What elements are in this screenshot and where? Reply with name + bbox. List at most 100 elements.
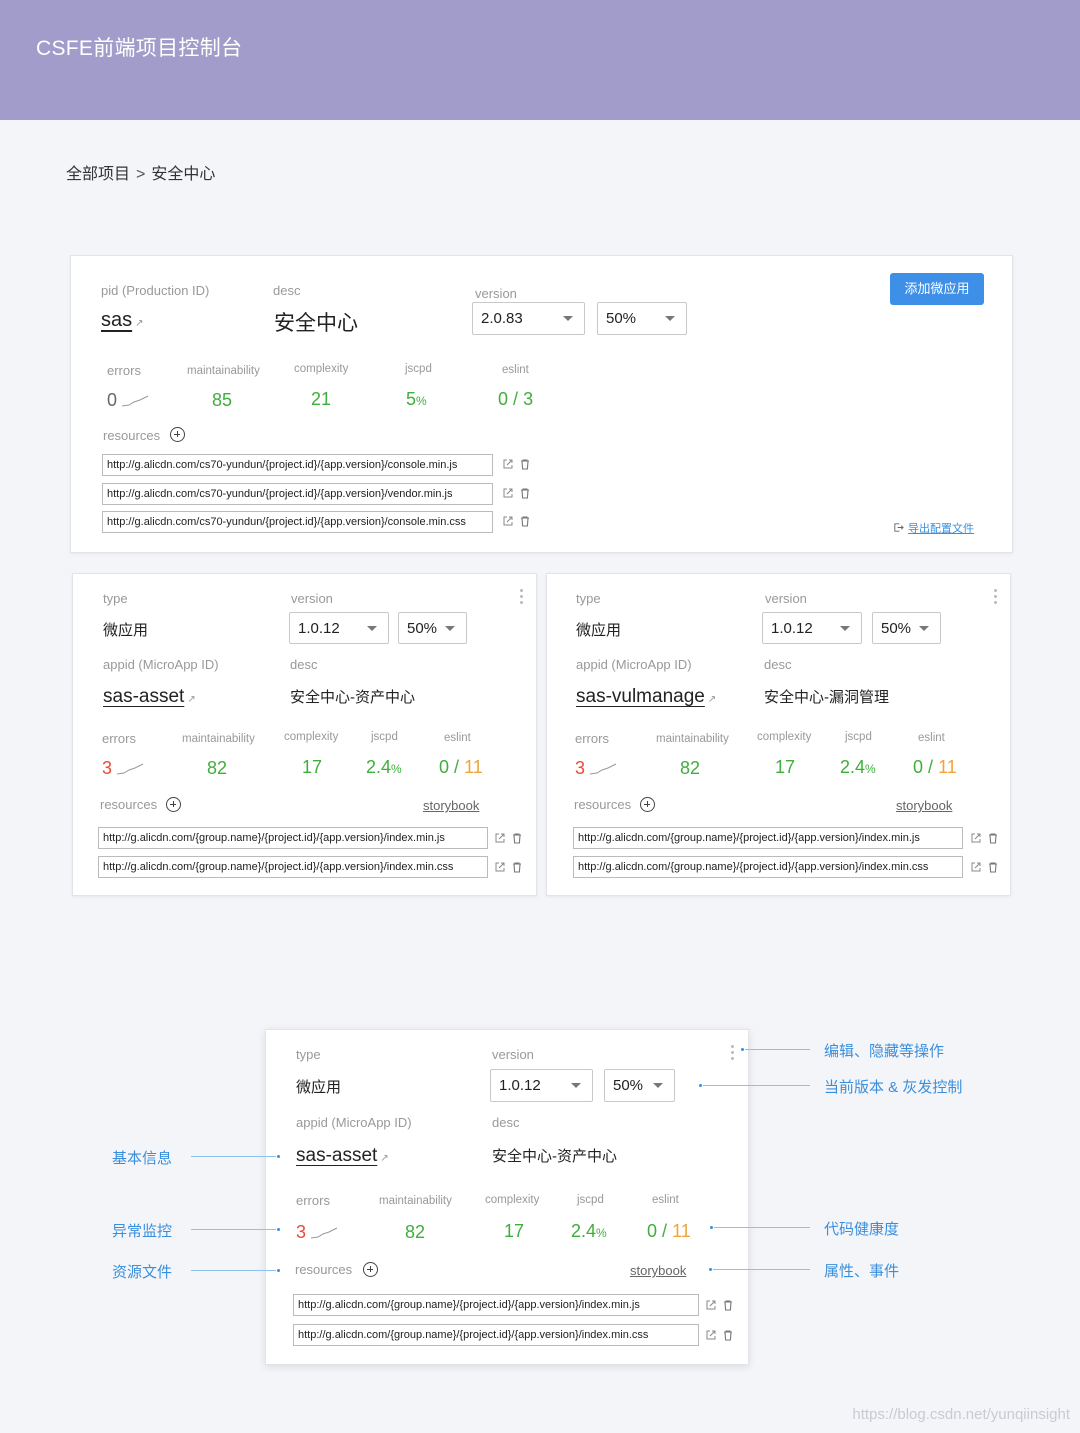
jscpd-unit: % (416, 394, 427, 408)
resource-url-input[interactable]: http://g.alicdn.com/cs70-yundun/{project… (102, 511, 493, 533)
version-select[interactable]: 1.0.12 (490, 1069, 593, 1102)
add-resource-icon[interactable] (363, 1262, 378, 1277)
add-resource-icon[interactable] (640, 797, 655, 812)
open-link-icon[interactable] (502, 487, 514, 499)
project-card: pid (Production ID) sas ↗ desc 安全中心 versi… (70, 255, 1013, 553)
external-link-icon[interactable]: ↗ (135, 318, 143, 329)
version-select-value: 1.0.12 (499, 1077, 541, 1094)
version-select[interactable]: 1.0.12 (289, 612, 389, 644)
add-resource-icon[interactable] (166, 797, 181, 812)
appid-link[interactable]: sas-asset ↗ (103, 686, 196, 708)
pid-value[interactable]: sas (101, 309, 132, 331)
open-link-icon[interactable] (494, 832, 506, 844)
export-config-label[interactable]: 导出配置文件 (908, 523, 974, 535)
open-link-icon[interactable] (502, 515, 514, 527)
errors-value[interactable]: 3 (575, 758, 617, 779)
add-resource-icon[interactable] (170, 427, 185, 442)
appid-link[interactable]: sas-asset ↗ (296, 1145, 389, 1167)
open-link-icon[interactable] (970, 832, 982, 844)
appid-value[interactable]: sas-asset (103, 686, 184, 707)
breadcrumb-root[interactable]: 全部项目 (66, 166, 130, 183)
storybook-link[interactable]: storybook (423, 798, 479, 813)
annotation-dot (709, 1268, 712, 1271)
jscpd-number: 5 (406, 389, 417, 409)
jscpd-value: 2.4% (571, 1221, 607, 1242)
trash-icon[interactable] (511, 832, 523, 844)
storybook-link[interactable]: storybook (630, 1263, 686, 1278)
appid-link[interactable]: sas-vulmanage ↗ (576, 686, 716, 708)
chevron-down-icon (367, 626, 377, 631)
appid-value[interactable]: sas-vulmanage (576, 686, 705, 707)
more-actions-icon[interactable] (731, 1045, 734, 1063)
errors-value[interactable]: 3 (102, 758, 144, 779)
trash-icon[interactable] (722, 1299, 734, 1311)
export-config-link[interactable]: 导出配置文件 (893, 519, 974, 537)
jscpd-label: jscpd (577, 1194, 604, 1206)
eslint-errors: 0 (439, 757, 450, 777)
eslint-label: eslint (444, 732, 471, 744)
appid-value[interactable]: sas-asset (296, 1145, 377, 1166)
open-link-icon[interactable] (494, 861, 506, 873)
resource-url-input[interactable]: http://g.alicdn.com/{group.name}/{projec… (98, 827, 488, 849)
jscpd-value: 2.4% (840, 757, 876, 778)
gray-select[interactable]: 50% (604, 1069, 675, 1102)
annotation-line (191, 1229, 276, 1230)
desc-label: desc (764, 657, 792, 672)
trash-icon[interactable] (987, 832, 999, 844)
jscpd-label: jscpd (371, 731, 398, 743)
trash-icon[interactable] (519, 515, 531, 527)
annotation-basic-info: 基本信息 (112, 1150, 173, 1167)
storybook-link[interactable]: storybook (896, 798, 952, 813)
version-select[interactable]: 2.0.83 (472, 302, 585, 335)
resource-url-input[interactable]: http://g.alicdn.com/{group.name}/{projec… (573, 827, 963, 849)
open-link-icon[interactable] (705, 1299, 717, 1311)
annotation-dot (277, 1269, 280, 1272)
resource-url-input[interactable]: http://g.alicdn.com/{group.name}/{projec… (573, 856, 963, 878)
gray-select[interactable]: 50% (398, 612, 467, 644)
gray-select[interactable]: 50% (872, 612, 941, 644)
errors-count: 3 (102, 758, 113, 778)
pid-link[interactable]: sas ↗ (101, 309, 144, 332)
errors-label: errors (575, 731, 609, 746)
open-link-icon[interactable] (502, 458, 514, 470)
maintainability-value: 82 (680, 758, 701, 778)
errors-value[interactable]: 0 (107, 390, 149, 411)
trash-icon[interactable] (722, 1329, 734, 1341)
external-link-icon[interactable]: ↗ (187, 694, 195, 705)
errors-value[interactable]: 3 (296, 1222, 338, 1243)
eslint-separator: / (928, 757, 934, 777)
gray-select[interactable]: 50% (597, 302, 687, 335)
resource-url-input[interactable]: http://g.alicdn.com/cs70-yundun/{project… (102, 454, 493, 476)
external-link-icon[interactable]: ↗ (708, 694, 716, 705)
annotation-line (714, 1227, 810, 1228)
eslint-value: 0 / 11 (913, 757, 957, 778)
trash-icon[interactable] (519, 487, 531, 499)
type-label: type (296, 1047, 321, 1062)
resource-url-input[interactable]: http://g.alicdn.com/{group.name}/{projec… (98, 856, 488, 878)
annotation-line (191, 1270, 276, 1271)
resource-url-input[interactable]: http://g.alicdn.com/cs70-yundun/{project… (102, 483, 493, 505)
trash-icon[interactable] (511, 861, 523, 873)
version-select[interactable]: 1.0.12 (762, 612, 862, 644)
eslint-warnings: 11 (672, 1221, 691, 1241)
trash-icon[interactable] (519, 458, 531, 470)
version-select-value: 1.0.12 (771, 620, 813, 637)
resource-url-input[interactable]: http://g.alicdn.com/{group.name}/{projec… (293, 1294, 699, 1316)
complexity-label: complexity (284, 731, 339, 743)
jscpd-value: 2.4% (366, 757, 402, 778)
external-link-icon[interactable]: ↗ (380, 1153, 388, 1164)
complexity-label: complexity (485, 1194, 540, 1206)
desc-label: desc (492, 1115, 520, 1130)
add-microapp-button[interactable]: 添加微应用 (890, 273, 984, 305)
resource-url-input[interactable]: http://g.alicdn.com/{group.name}/{projec… (293, 1324, 699, 1346)
open-link-icon[interactable] (705, 1329, 717, 1341)
type-value: 微应用 (576, 622, 622, 639)
type-label: type (576, 591, 601, 606)
annotation-resource-files: 资源文件 (112, 1264, 173, 1281)
jscpd-unit: % (596, 1226, 607, 1240)
open-link-icon[interactable] (970, 861, 982, 873)
trash-icon[interactable] (987, 861, 999, 873)
more-actions-icon[interactable] (994, 589, 997, 607)
gray-select-value: 50% (613, 1077, 644, 1094)
more-actions-icon[interactable] (520, 589, 523, 607)
